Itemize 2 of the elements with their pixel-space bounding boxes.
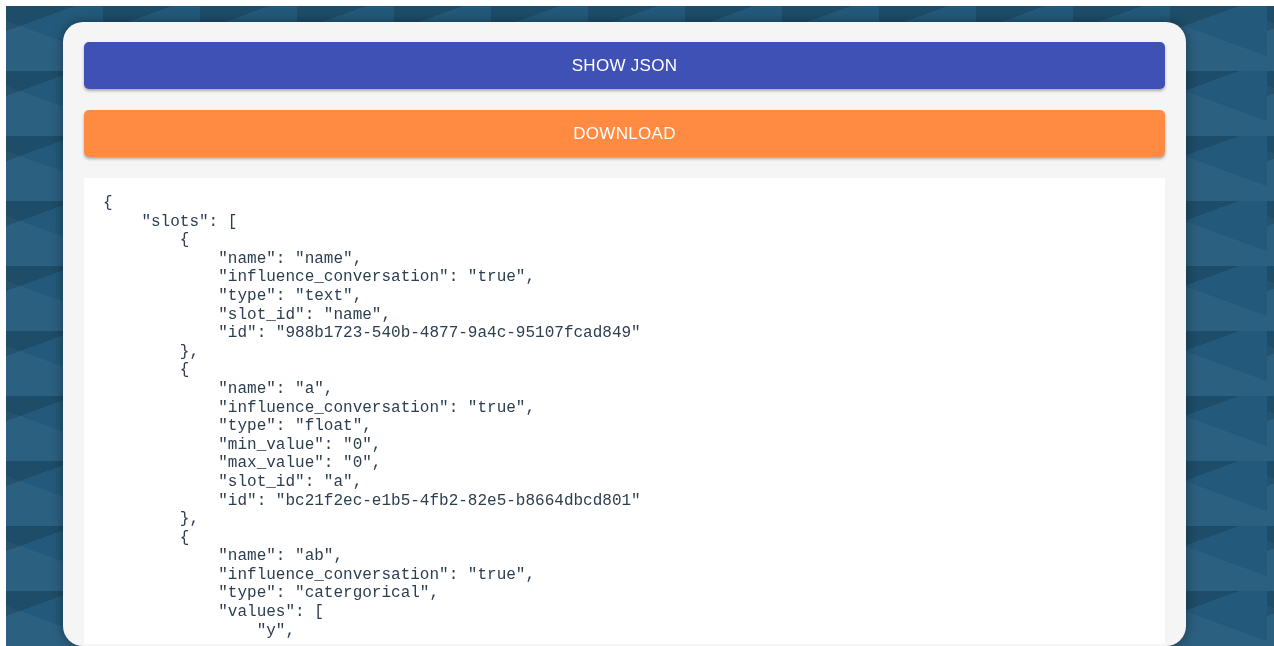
show-json-button[interactable]: SHOW JSON (84, 42, 1165, 89)
json-code: { "slots": [ { "name": "name", "influence_conversation": "true", "type": "text", "slot_id": "name", "id": "988b1723-540b-4877-9a4c-95107fcad849" }, { "name": "a", "influence_conversation": "true", "type": "float", "min_value": "0", "max_value": "0", "slot_id": "a", "id": "bc21f2ec-e1b5-4fb2-82e5-b8664dbcd801" }, { "name": "ab", "influence_conversation": "true", "type": "catergorical", "values": [ "y", (103, 194, 642, 641)
